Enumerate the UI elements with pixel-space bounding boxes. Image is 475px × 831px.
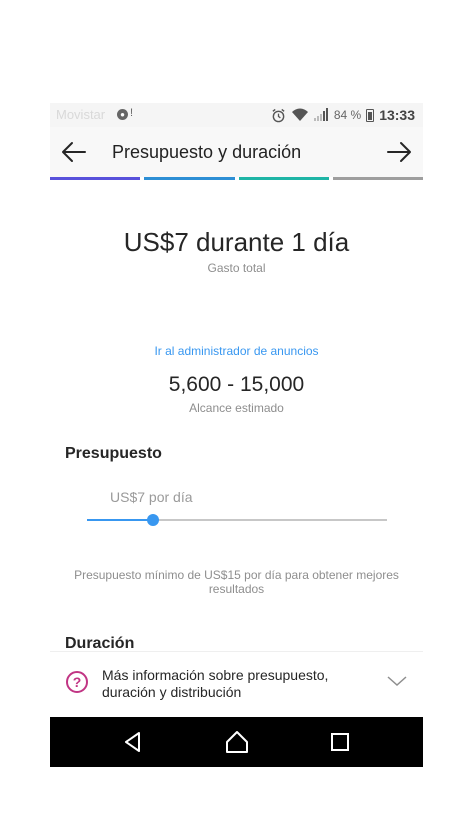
battery-percent: 84 % <box>333 108 362 122</box>
next-arrow-icon[interactable] <box>385 139 413 165</box>
progress-step-4 <box>332 177 423 180</box>
clock-time: 13:33 <box>379 107 415 123</box>
budget-heading: Presupuesto <box>65 445 162 462</box>
app-header: Presupuesto y duración <box>50 127 423 177</box>
nav-back-icon[interactable] <box>120 729 146 755</box>
more-info-text: Más información sobre presupuesto, durac… <box>102 667 329 700</box>
nav-home-icon[interactable] <box>224 729 250 755</box>
budget-hint: Presupuesto mínimo de US$15 por día para… <box>74 568 399 596</box>
status-icons: 84 % 13:33 <box>271 105 415 125</box>
nav-recents-icon[interactable] <box>327 729 353 755</box>
android-nav-bar <box>50 717 423 767</box>
chevron-down-icon[interactable] <box>387 674 407 688</box>
signal-icon <box>313 108 328 121</box>
alarm-icon <box>272 108 285 122</box>
ads-manager-link[interactable]: Ir al administrador de anuncios <box>50 344 423 358</box>
status-bar: Movistar ● ! 84 % 13:33 <box>50 103 423 127</box>
step-progress <box>50 177 423 180</box>
total-spend-amount: US$7 durante 1 día <box>123 227 350 257</box>
carrier-name: Movistar <box>56 107 106 122</box>
more-info-row[interactable]: ? Más información sobre presupuesto, dur… <box>50 652 423 717</box>
question-icon: ? <box>66 671 88 693</box>
back-arrow-icon[interactable] <box>60 139 88 165</box>
page-title: Presupuesto y duración <box>112 142 302 162</box>
notification-icon: ● <box>117 109 128 120</box>
slider-thumb[interactable] <box>147 514 159 526</box>
estimated-reach-label: Alcance estimado <box>189 401 284 415</box>
total-spend-label: Gasto total <box>207 261 266 275</box>
progress-step-2 <box>144 177 235 180</box>
slider-fill <box>87 519 153 521</box>
budget-slider[interactable] <box>87 512 387 528</box>
battery-icon <box>366 108 375 122</box>
estimated-reach-value: 5,600 - 15,000 <box>168 373 305 396</box>
alert-mark-icon: ! <box>130 107 134 119</box>
phone-screen: Movistar ● ! 84 % 13:33 Presupuesto y du… <box>50 103 423 767</box>
wifi-icon <box>291 108 308 121</box>
progress-step-3 <box>238 177 329 180</box>
progress-step-1 <box>50 177 141 180</box>
daily-budget-value: US$7 por día <box>110 489 193 505</box>
